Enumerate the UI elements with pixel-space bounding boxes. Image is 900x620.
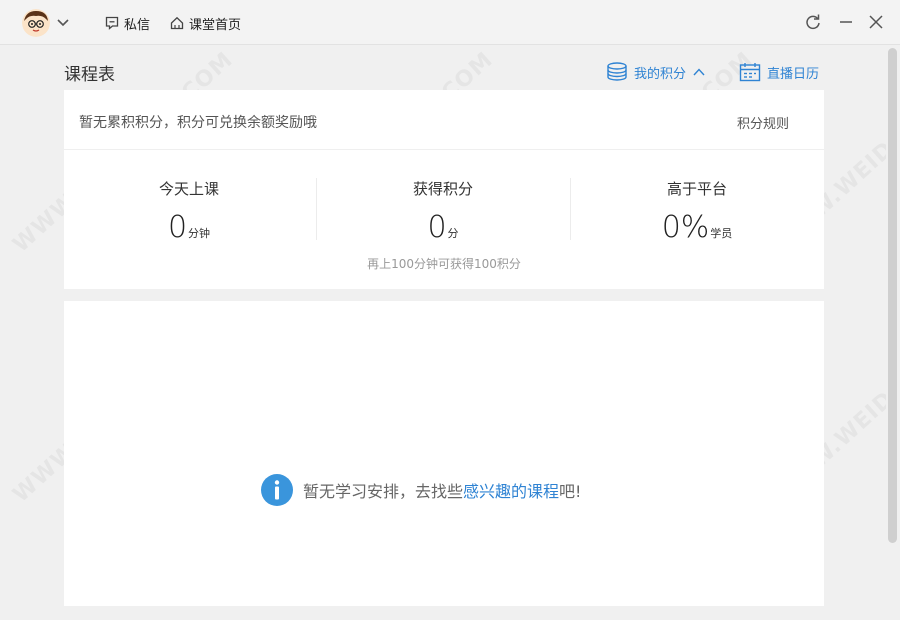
- stat-points-earned: 获得积分 0 分: [333, 178, 553, 246]
- divider: [316, 178, 317, 240]
- points-hint: 再上100分钟可获得100积分: [367, 257, 521, 271]
- info-icon: [261, 474, 293, 506]
- stat-label: 获得积分: [412, 180, 473, 198]
- empty-state: 暂无学习安排，去找些感兴趣的课程吧!: [261, 473, 581, 507]
- nav-home[interactable]: 课堂首页: [170, 13, 241, 33]
- home-icon: [170, 16, 184, 30]
- stat-label: 高于平台: [666, 180, 727, 198]
- stat-label: 今天上课: [158, 180, 219, 198]
- stat-unit: 学员: [710, 227, 733, 240]
- minimize-icon[interactable]: [837, 13, 855, 31]
- avatar-cartoon-icon: [22, 9, 50, 37]
- points-rules-link[interactable]: 积分规则: [737, 113, 789, 132]
- refresh-icon[interactable]: [804, 13, 822, 31]
- points-panel: 暂无累积积分，积分可兑换余额奖励哦 积分规则 今天上课 0 分钟 获得积分 0 …: [64, 90, 824, 289]
- empty-message: 暂无学习安排，去找些: [303, 482, 464, 501]
- chevron-down-icon[interactable]: [56, 15, 70, 29]
- divider: [570, 178, 571, 240]
- calendar-icon: [739, 63, 761, 82]
- nav-messages[interactable]: 私信: [105, 13, 150, 33]
- interesting-courses-link[interactable]: 感兴趣的课程: [463, 482, 559, 501]
- close-icon[interactable]: [867, 13, 885, 31]
- title-bar: 私信 课堂首页: [0, 0, 900, 45]
- stat-platform-rank: 高于平台 0% 学员: [587, 178, 807, 246]
- live-calendar-label: 直播日历: [767, 66, 820, 82]
- page-title: 课程表: [64, 65, 115, 85]
- stat-value: 0: [427, 210, 447, 245]
- stat-value: 0: [167, 210, 188, 245]
- schedule-panel: 暂无学习安排，去找些感兴趣的课程吧!: [64, 301, 824, 606]
- stat-today-class: 今天上课 0 分钟: [79, 178, 299, 246]
- stat-unit: 分钟: [188, 227, 211, 240]
- chevron-up-icon: [693, 68, 705, 76]
- points-message: 暂无累积积分，积分可兑换余额奖励哦: [79, 115, 317, 131]
- empty-message-suffix: 吧!: [559, 482, 582, 501]
- live-calendar-link[interactable]: 直播日历: [739, 61, 819, 83]
- message-icon: [105, 16, 119, 30]
- stat-value: 0%: [661, 210, 710, 245]
- my-points-label: 我的积分: [634, 66, 687, 82]
- stat-unit: 分: [447, 227, 459, 240]
- points-summary-bar: 暂无累积积分，积分可兑换余额奖励哦 积分规则: [64, 90, 824, 150]
- coin-stack-icon: [607, 62, 627, 81]
- scrollbar-thumb[interactable]: [888, 48, 897, 543]
- user-avatar[interactable]: [22, 9, 50, 37]
- nav-messages-label: 私信: [124, 17, 151, 33]
- nav-home-label: 课堂首页: [189, 17, 242, 33]
- my-points-toggle[interactable]: 我的积分: [606, 61, 706, 83]
